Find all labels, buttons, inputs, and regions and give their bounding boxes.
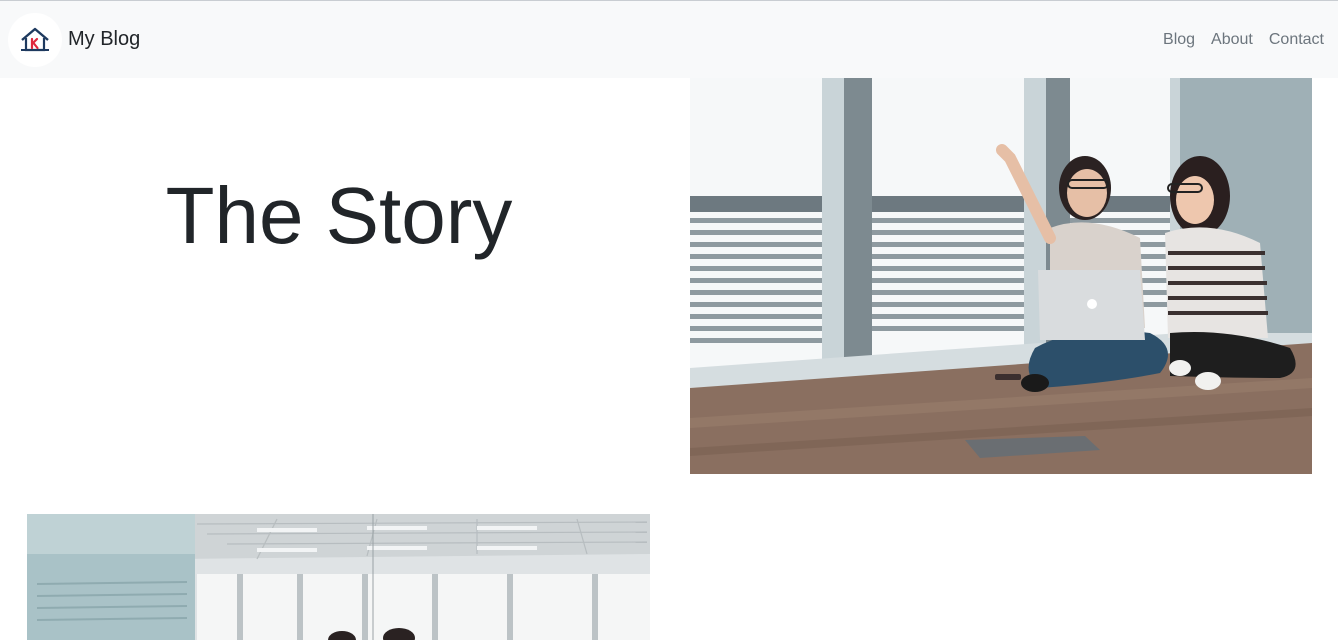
two-women-with-laptop-sitting-on-floor-photo [690,78,1312,474]
nav-link-blog[interactable]: Blog [1163,31,1195,49]
brand-title: My Blog [68,28,141,50]
page-title: The Story [165,171,513,260]
nav-links: Blog About Contact [1147,31,1324,49]
nav-link-contact[interactable]: Contact [1269,31,1324,49]
office-interior-photo [27,514,650,640]
navbar: My Blog Blog About Contact [0,1,1338,78]
house-k-logo-icon [8,12,62,67]
nav-link-about[interactable]: About [1211,31,1253,49]
brand-link[interactable]: My Blog [8,12,141,67]
